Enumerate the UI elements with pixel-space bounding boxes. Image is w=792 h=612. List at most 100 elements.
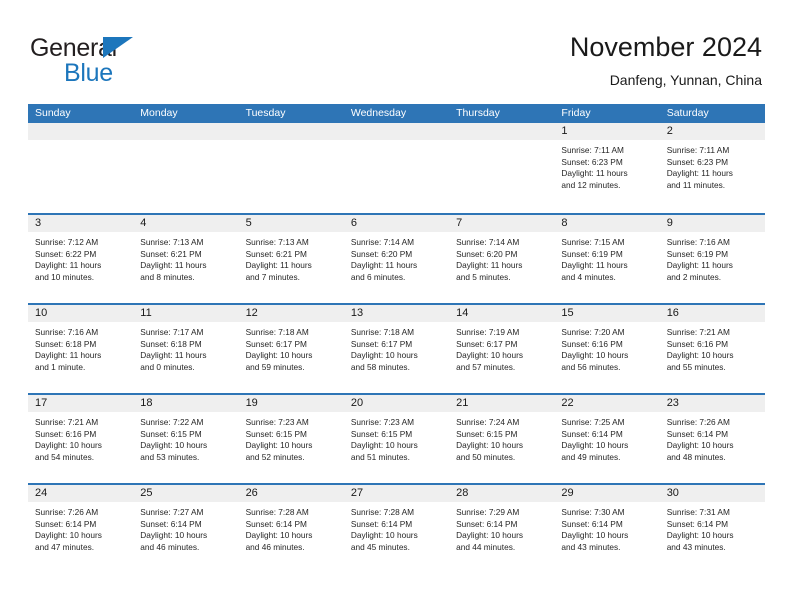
day-cell-7[interactable]: 7 Sunrise: 7:14 AM Sunset: 6:20 PM Daylight… [449,215,555,303]
day-details: Sunrise: 7:16 AM Sunset: 6:19 PM Daylight:… [660,232,765,283]
day-number: 24 [28,485,134,502]
daylight-text-line2: and 6 minutes. [350,271,406,282]
day-details: Sunrise: 7:31 AM Sunset: 6:14 PM Daylight:… [660,502,765,553]
daylight-text-line2: and 56 minutes. [561,361,621,372]
day-cell-22[interactable]: 22 Sunrise: 7:25 AM Sunset: 6:14 PM Dayligh… [554,395,660,483]
daylight-text-line1: Daylight: 11 hours [35,350,102,361]
sunset-text: Sunset: 6:22 PM [35,248,97,259]
generalblue-logo[interactable]: General Blue [30,34,240,90]
day-cell-6[interactable]: 6 Sunrise: 7:14 AM Sunset: 6:20 PM Daylight… [343,215,450,303]
weekday-header-thursday: Thursday [456,107,500,119]
weekday-header-row: Sunday Monday Tuesday Wednesday Thursday Frid… [28,104,765,123]
daylight-text-line2: and 12 minutes. [561,179,621,190]
calendar-week-row: 3 Sunrise: 7:12 AM Sunset: 6:22 PM Daylight… [28,213,765,303]
daylight-text-line2: and 52 minutes. [245,451,305,462]
day-number: 20 [343,395,450,412]
daylight-text-line1: Daylight: 10 hours [456,440,523,451]
day-cell-3[interactable]: 3 Sunrise: 7:12 AM Sunset: 6:22 PM Daylight… [28,215,134,303]
daylight-text-line2: and 43 minutes. [561,541,621,552]
day-cell-4[interactable]: 4 Sunrise: 7:13 AM Sunset: 6:21 PM Daylight… [133,215,239,303]
day-cell-18[interactable]: 18 Sunrise: 7:22 AM Sunset: 6:15 PM Dayligh… [133,395,239,483]
sunset-text: Sunset: 6:19 PM [561,248,623,259]
sunset-text: Sunset: 6:14 PM [561,428,623,439]
sunrise-text: Sunrise: 7:21 AM [35,417,99,427]
day-cell-28[interactable]: 28 Sunrise: 7:29 AM Sunset: 6:14 PM Dayligh… [449,485,555,573]
daylight-text-line1: Daylight: 11 hours [456,260,523,271]
sunrise-text: Sunrise: 7:15 AM [561,237,625,247]
daylight-text-line1: Daylight: 10 hours [666,350,734,361]
day-details: Sunrise: 7:20 AM Sunset: 6:16 PM Daylight:… [554,322,659,373]
day-cell-26[interactable]: 26 Sunrise: 7:28 AM Sunset: 6:14 PM Dayligh… [238,485,344,573]
day-cell-14[interactable]: 14 Sunrise: 7:19 AM Sunset: 6:17 PM Dayligh… [449,305,555,393]
daylight-text-line1: Daylight: 10 hours [350,440,418,451]
day-cell-1[interactable]: 1 Sunrise: 7:11 AM Sunset: 6:23 PM Daylight… [554,123,660,213]
daylight-text-line2: and 11 minutes. [666,179,726,190]
day-cell-25[interactable]: 25 Sunrise: 7:27 AM Sunset: 6:14 PM Dayligh… [133,485,239,573]
sunrise-text: Sunrise: 7:31 AM [666,507,730,517]
sunset-text: Sunset: 6:16 PM [35,428,97,439]
daylight-text-line2: and 57 minutes. [456,361,516,372]
sunrise-text: Sunrise: 7:29 AM [456,507,520,517]
day-number: 1 [554,123,660,140]
day-details: Sunrise: 7:14 AM Sunset: 6:20 PM Daylight:… [449,232,554,283]
day-cell-11[interactable]: 11 Sunrise: 7:17 AM Sunset: 6:18 PM Dayligh… [133,305,239,393]
day-cell-9[interactable]: 9 Sunrise: 7:16 AM Sunset: 6:19 PM Daylight… [659,215,765,303]
day-cell-12[interactable]: 12 Sunrise: 7:18 AM Sunset: 6:17 PM Dayligh… [238,305,344,393]
day-cell-30[interactable]: 30 Sunrise: 7:31 AM Sunset: 6:14 PM Dayligh… [659,485,765,573]
day-details: Sunrise: 7:30 AM Sunset: 6:14 PM Daylight:… [554,502,659,553]
day-number: 14 [449,305,555,322]
daylight-text-line2: and 48 minutes. [666,451,726,462]
daylight-text-line1: Daylight: 10 hours [666,440,734,451]
day-cell-15[interactable]: 15 Sunrise: 7:20 AM Sunset: 6:16 PM Dayligh… [554,305,660,393]
weekday-header-wednesday: Wednesday [350,107,407,119]
daylight-text-line2: and 45 minutes. [350,541,410,552]
sunrise-text: Sunrise: 7:28 AM [350,507,415,517]
sunset-text: Sunset: 6:19 PM [666,248,729,259]
daylight-text-line2: and 2 minutes. [666,271,722,282]
sunset-text: Sunset: 6:15 PM [350,428,413,439]
day-details: Sunrise: 7:18 AM Sunset: 6:17 PM Daylight:… [344,322,449,373]
sunrise-text: Sunrise: 7:27 AM [140,507,204,517]
day-cell-27[interactable]: 27 Sunrise: 7:28 AM Sunset: 6:14 PM Dayligh… [343,485,450,573]
sunset-text: Sunset: 6:14 PM [456,518,518,529]
daylight-text-line2: and 58 minutes. [350,361,410,372]
day-cell-29[interactable]: 29 Sunrise: 7:30 AM Sunset: 6:14 PM Dayligh… [554,485,660,573]
day-number: 7 [449,215,555,232]
day-cell-16[interactable]: 16 Sunrise: 7:21 AM Sunset: 6:16 PM Dayligh… [659,305,765,393]
day-cell-24[interactable]: 24 Sunrise: 7:26 AM Sunset: 6:14 PM Dayligh… [28,485,134,573]
day-cell-10[interactable]: 10 Sunrise: 7:16 AM Sunset: 6:18 PM Dayligh… [28,305,134,393]
sunrise-text: Sunrise: 7:11 AM [666,145,730,155]
day-number: 8 [554,215,660,232]
day-number: 12 [238,305,344,322]
day-cell-21[interactable]: 21 Sunrise: 7:24 AM Sunset: 6:15 PM Dayligh… [449,395,555,483]
sunset-text: Sunset: 6:20 PM [456,248,518,259]
day-number: 22 [554,395,660,412]
day-number: 17 [28,395,134,412]
daylight-text-line1: Daylight: 10 hours [561,530,629,541]
daylight-text-line2: and 46 minutes. [245,541,305,552]
day-cell-19[interactable]: 19 Sunrise: 7:23 AM Sunset: 6:15 PM Dayligh… [238,395,344,483]
day-cell-5[interactable]: 5 Sunrise: 7:13 AM Sunset: 6:21 PM Daylight… [238,215,344,303]
day-cell-8[interactable]: 8 Sunrise: 7:15 AM Sunset: 6:19 PM Daylight… [554,215,660,303]
sunrise-text: Sunrise: 7:28 AM [245,507,309,517]
sunset-text: Sunset: 6:17 PM [350,338,413,349]
day-number: 18 [133,395,239,412]
day-details: Sunrise: 7:21 AM Sunset: 6:16 PM Daylight:… [28,412,133,463]
day-details: Sunrise: 7:11 AM Sunset: 6:23 PM Daylight:… [554,140,659,191]
sunset-text: Sunset: 6:18 PM [140,338,202,349]
sunset-text: Sunset: 6:20 PM [350,248,413,259]
day-number: 4 [133,215,239,232]
day-cell-20[interactable]: 20 Sunrise: 7:23 AM Sunset: 6:15 PM Dayligh… [343,395,450,483]
day-cell-23[interactable]: 23 Sunrise: 7:26 AM Sunset: 6:14 PM Dayligh… [659,395,765,483]
sunrise-text: Sunrise: 7:16 AM [666,237,730,247]
day-cell-13[interactable]: 13 Sunrise: 7:18 AM Sunset: 6:17 PM Dayligh… [343,305,450,393]
day-cell-17[interactable]: 17 Sunrise: 7:21 AM Sunset: 6:16 PM Dayligh… [28,395,134,483]
daylight-text-line2: and 5 minutes. [456,271,511,282]
calendar-weeks: 1 Sunrise: 7:11 AM Sunset: 6:23 PM Daylight… [28,123,765,573]
day-details: Sunrise: 7:23 AM Sunset: 6:15 PM Daylight:… [344,412,449,463]
day-number: 29 [554,485,660,502]
daylight-text-line2: and 51 minutes. [350,451,410,462]
sunrise-text: Sunrise: 7:18 AM [350,327,415,337]
day-cell-2[interactable]: 2 Sunrise: 7:11 AM Sunset: 6:23 PM Daylight… [659,123,765,213]
sunset-text: Sunset: 6:14 PM [561,518,623,529]
